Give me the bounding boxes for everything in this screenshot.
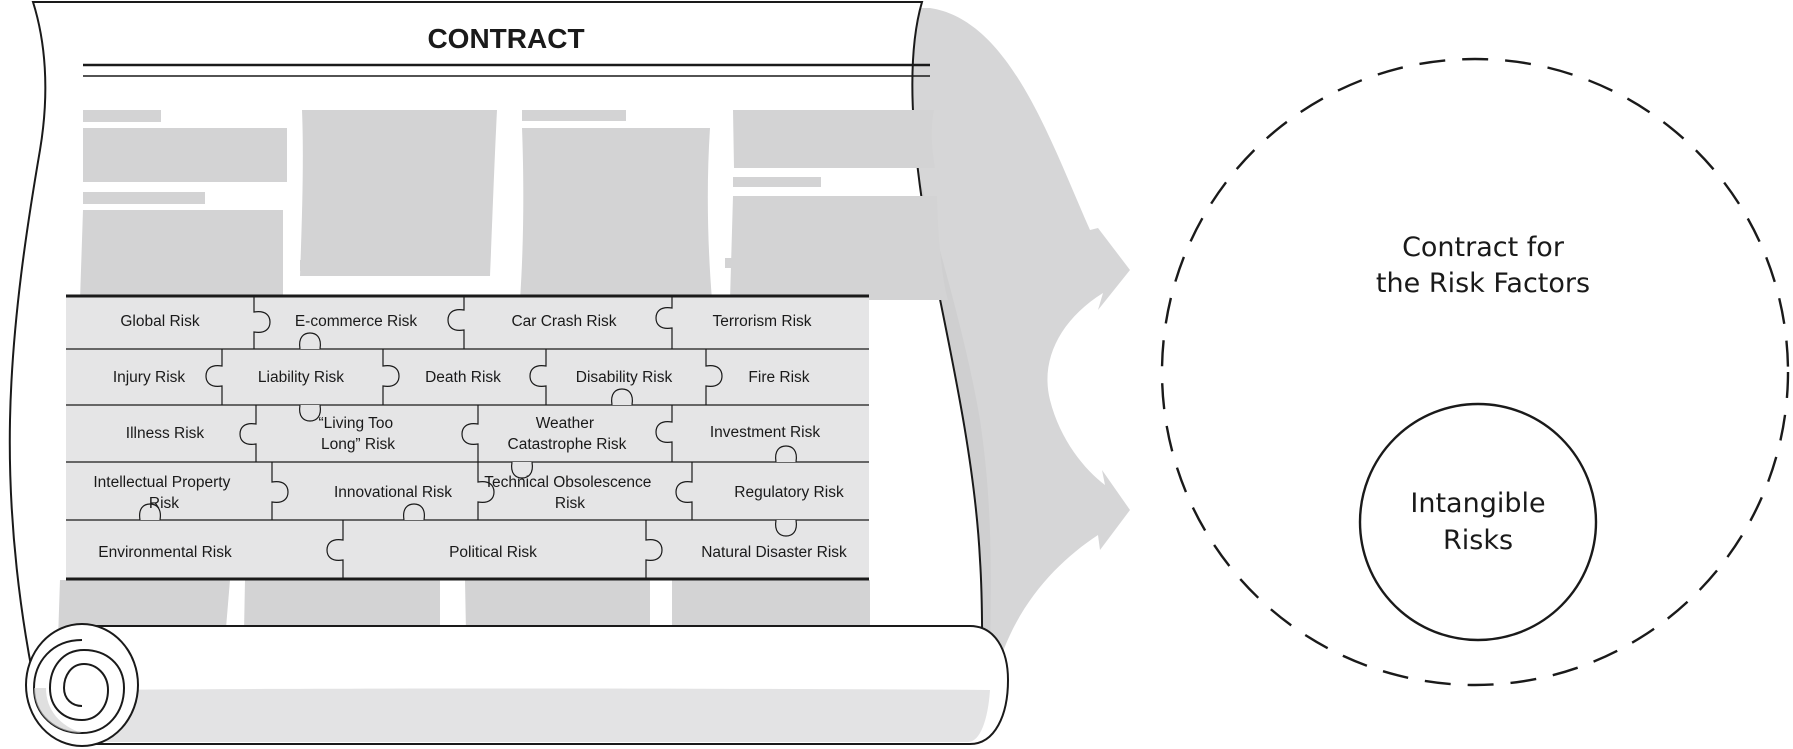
label-line: Risk <box>555 495 585 512</box>
text-block <box>83 192 205 204</box>
knob <box>775 445 797 463</box>
scroll-roll-end <box>25 623 139 747</box>
text-block <box>300 260 390 271</box>
text-column-below-2 <box>244 580 440 632</box>
puzzle-piece-label: Terrorism Risk <box>712 313 811 330</box>
puzzle-piece-label: Liability Risk <box>258 369 344 386</box>
label-line: Risk <box>149 495 179 512</box>
puzzle-piece-label: Regulatory Risk <box>734 484 844 501</box>
puzzle-piece-label: Fire Risk <box>748 369 809 386</box>
inner-circle <box>1358 402 1598 642</box>
label-line: Technical Obsolescence <box>484 474 651 491</box>
contract-risk-diagram: CONTRACT Global Risk E-commerce Risk Car… <box>8 0 1790 747</box>
outer-circle-label-line2: the Risk Factors <box>1376 268 1590 299</box>
puzzle-piece-label: Disability Risk <box>576 369 673 386</box>
text-column-below-3 <box>465 580 650 632</box>
puzzle-piece-label: Death Risk <box>425 369 501 386</box>
puzzle-piece-label: E-commerce Risk <box>295 313 418 330</box>
puzzle-piece-label: Injury Risk <box>113 369 186 386</box>
knob <box>299 332 321 350</box>
outer-circle-label-line1: Contract for <box>1402 232 1565 263</box>
text-column-4b <box>730 196 948 300</box>
label-line: Catastrophe Risk <box>508 436 627 453</box>
puzzle-piece-label: Car Crash Risk <box>511 313 616 330</box>
text-block <box>725 258 823 268</box>
knob <box>611 388 633 406</box>
outer-dashed-circle <box>1160 57 1790 687</box>
label-line: “Living Too <box>319 415 394 432</box>
puzzle-piece-label: Investment Risk <box>710 424 821 441</box>
text-block <box>83 110 161 122</box>
text-column-below-4 <box>672 580 870 632</box>
text-block <box>733 177 821 187</box>
label-line: Intellectual Property <box>93 474 230 491</box>
text-column-3 <box>520 128 712 300</box>
puzzle-piece-label: Natural Disaster Risk <box>701 544 847 561</box>
inner-circle-label-line2: Risks <box>1443 525 1513 556</box>
knob <box>775 519 797 537</box>
puzzle-piece-label: Political Risk <box>449 544 537 561</box>
inner-circle-label-line1: Intangible <box>1410 488 1545 519</box>
scroll-roll-shading <box>90 688 990 742</box>
label-line: Weather <box>536 415 594 432</box>
label-line: Long” Risk <box>321 436 395 453</box>
text-column-1 <box>80 210 283 300</box>
puzzle-piece-label: Environmental Risk <box>98 544 232 561</box>
knob <box>299 404 321 422</box>
text-column-4 <box>733 110 935 168</box>
puzzle-piece-label: Innovational Risk <box>334 484 452 501</box>
text-column-2 <box>300 110 497 276</box>
puzzle-piece-label: Illness Risk <box>126 425 205 442</box>
contract-title: CONTRACT <box>427 23 584 54</box>
puzzle-piece-label: Global Risk <box>120 313 199 330</box>
knob <box>403 503 425 521</box>
text-block <box>83 128 287 182</box>
text-block <box>522 110 626 121</box>
